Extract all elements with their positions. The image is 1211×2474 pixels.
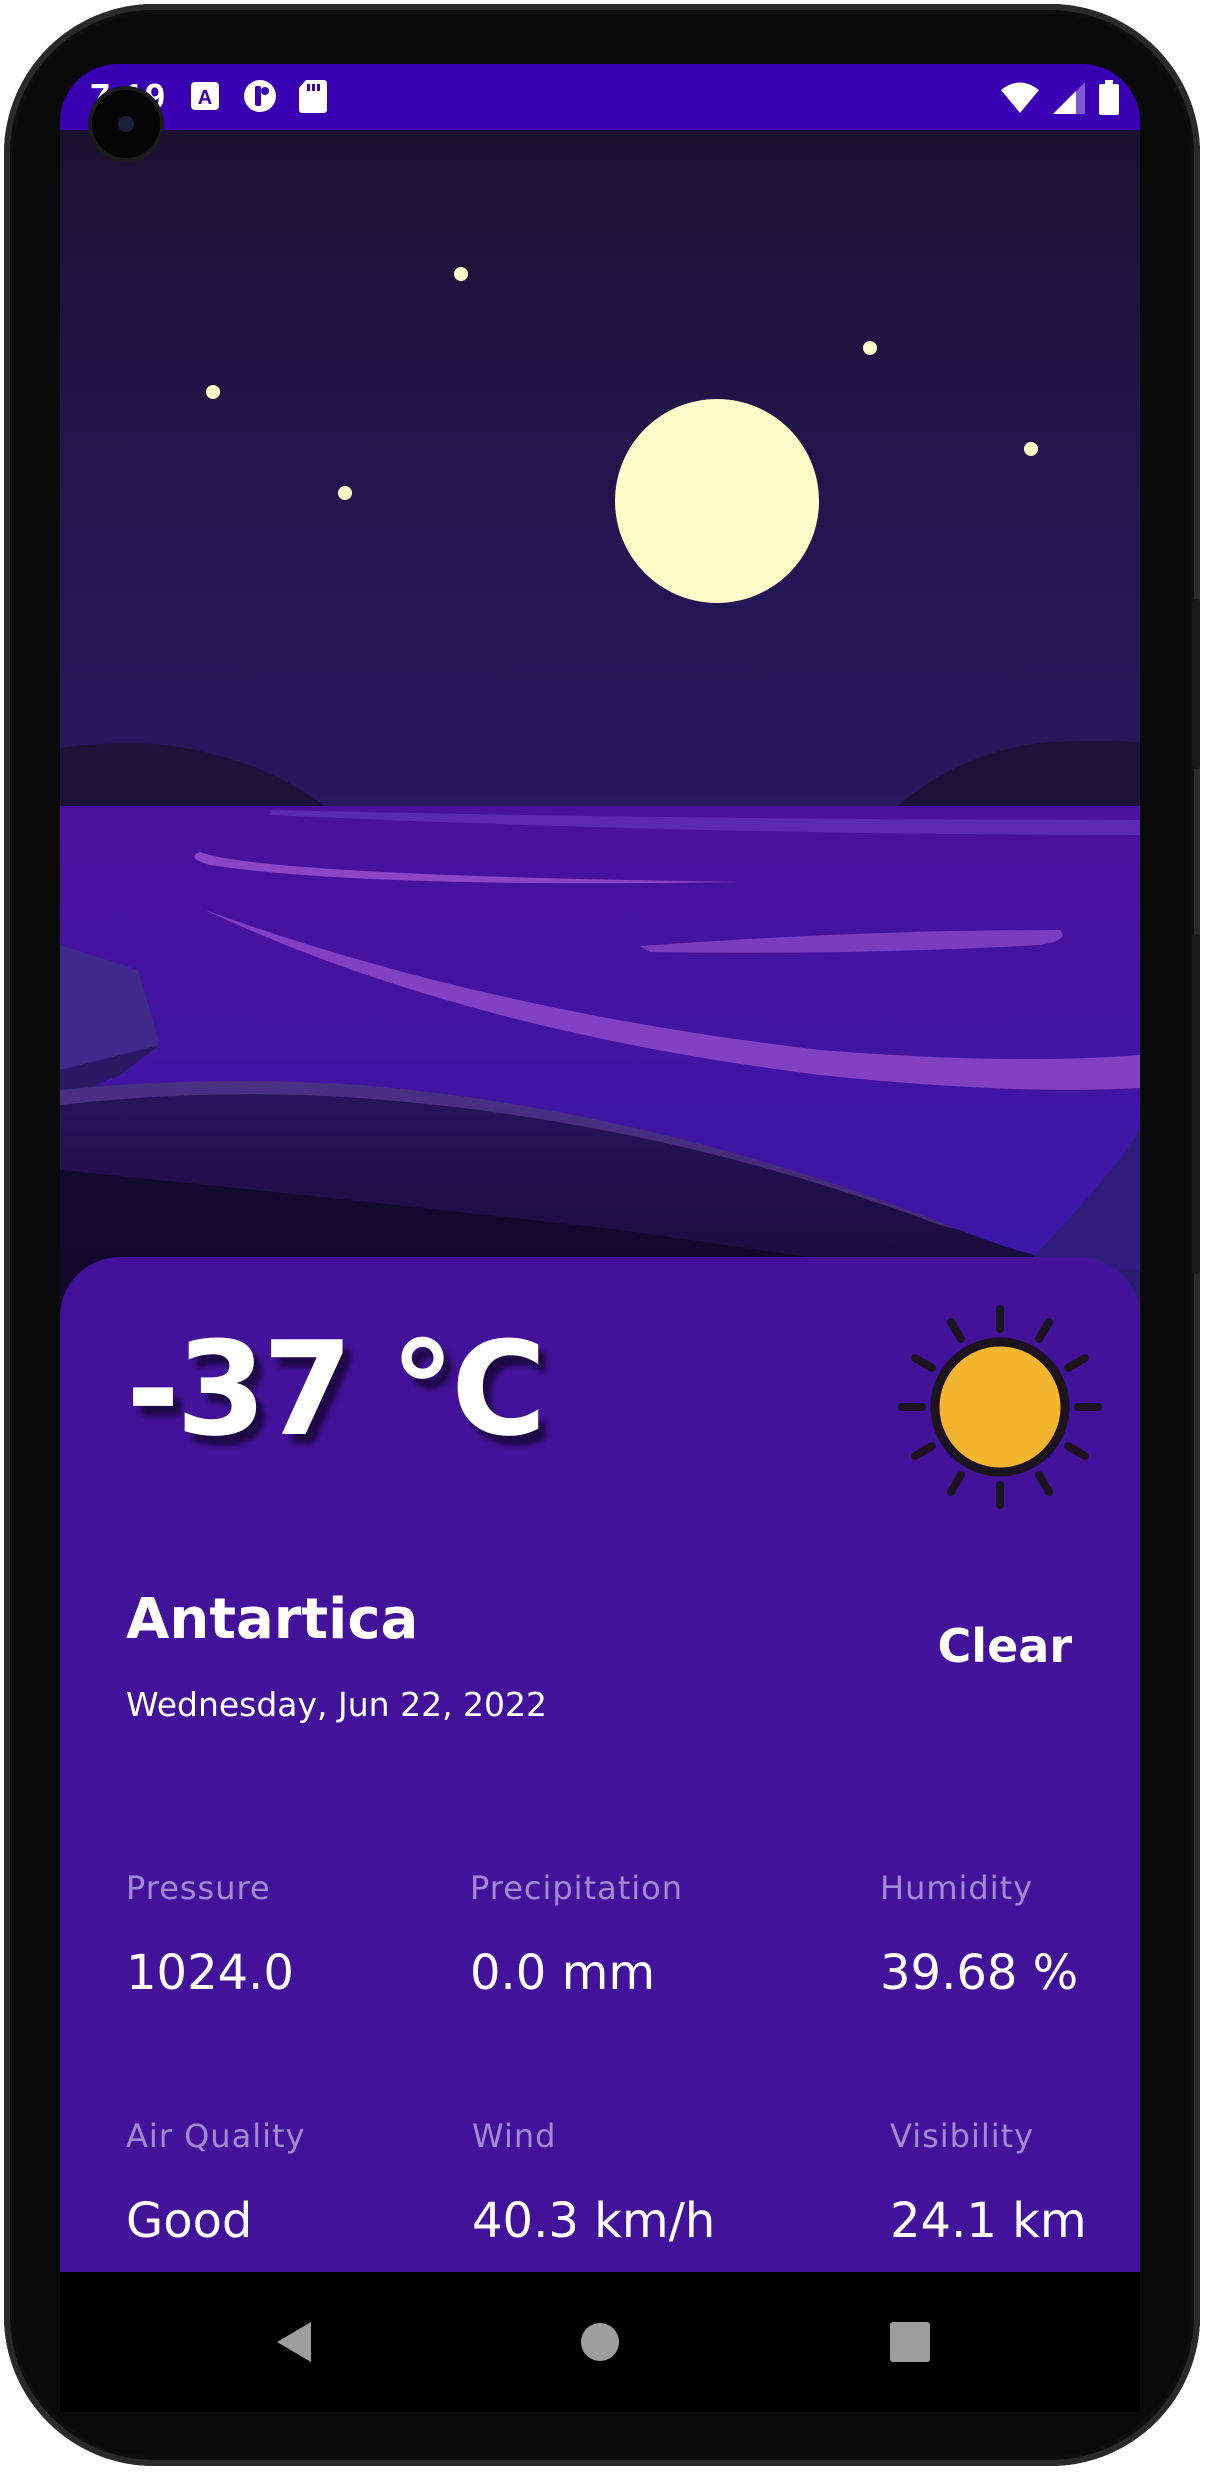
text-a-icon: A bbox=[191, 82, 219, 110]
recents-icon[interactable] bbox=[880, 2312, 940, 2372]
stat-label: Humidity bbox=[880, 1869, 1034, 1907]
front-camera bbox=[92, 90, 160, 158]
stat-wind: Wind 40.3 km/h bbox=[472, 2117, 715, 2249]
moon bbox=[615, 399, 819, 603]
status-bar: 7:19 A bbox=[60, 64, 1140, 130]
temperature: -37 °C bbox=[126, 1313, 547, 1465]
cell-signal-icon bbox=[1053, 82, 1085, 114]
star bbox=[338, 486, 352, 500]
stat-value: 24.1 km bbox=[890, 2193, 1087, 2249]
sd-card-icon bbox=[299, 80, 327, 113]
stat-value: 1024.0 bbox=[126, 1945, 294, 2001]
volume-button bbox=[1192, 599, 1200, 769]
navigation-bar bbox=[60, 2272, 1140, 2412]
svg-text:A: A bbox=[198, 87, 212, 109]
sun-icon bbox=[898, 1305, 1102, 1509]
back-icon[interactable] bbox=[265, 2312, 325, 2372]
stat-precipitation: Precipitation 0.0 mm bbox=[470, 1869, 683, 2001]
star bbox=[206, 385, 220, 399]
stat-value: 39.68 % bbox=[880, 1945, 1079, 2001]
star bbox=[1024, 442, 1038, 456]
home-icon[interactable] bbox=[570, 2312, 630, 2372]
weather-condition: Clear bbox=[937, 1619, 1072, 1673]
wifi-icon bbox=[1001, 82, 1039, 113]
system-icons bbox=[1000, 80, 1120, 116]
star bbox=[454, 267, 468, 281]
star bbox=[863, 341, 877, 355]
stat-label: Precipitation bbox=[470, 1869, 684, 1907]
current-date: Wednesday, Jun 22, 2022 bbox=[126, 1685, 548, 1724]
stat-label: Visibility bbox=[890, 2117, 1035, 2155]
stat-label: Pressure bbox=[126, 1869, 271, 1907]
app-circle-icon bbox=[244, 80, 276, 112]
night-scene-illustration bbox=[60, 130, 1140, 1330]
stat-value: Good bbox=[126, 2193, 253, 2249]
stat-humidity: Humidity 39.68 % bbox=[880, 1869, 1078, 2001]
battery-icon bbox=[1099, 80, 1119, 115]
power-button bbox=[1192, 934, 1200, 1274]
notification-icons: A bbox=[188, 78, 328, 114]
stat-pressure: Pressure 1024.0 bbox=[126, 1869, 294, 2001]
location-name: Antartica bbox=[126, 1587, 419, 1652]
screen: 7:19 A bbox=[60, 64, 1140, 2272]
stat-label: Air Quality bbox=[126, 2117, 306, 2155]
stat-value: 40.3 km/h bbox=[472, 2193, 716, 2249]
stat-label: Wind bbox=[472, 2117, 557, 2155]
weather-card: -37 °C Antartica Wednesday, Jun 22, 2022… bbox=[60, 1257, 1140, 2272]
stat-air-quality: Air Quality Good bbox=[126, 2117, 305, 2249]
stat-visibility: Visibility 24.1 km bbox=[890, 2117, 1087, 2249]
stat-value: 0.0 mm bbox=[470, 1945, 656, 2001]
